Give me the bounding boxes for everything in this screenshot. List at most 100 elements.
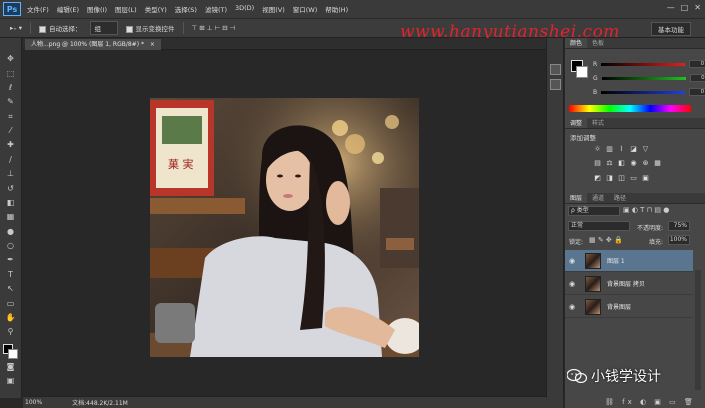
threshold-icon[interactable]: ◫ bbox=[617, 174, 626, 183]
brightness-icon[interactable]: ☼ bbox=[593, 145, 602, 154]
path-select-icon[interactable]: ↖ bbox=[5, 283, 17, 295]
layer-row[interactable]: ◉ 图层 1 bbox=[565, 250, 693, 272]
close-tab-icon[interactable]: × bbox=[150, 41, 155, 48]
green-value[interactable]: 0 bbox=[689, 74, 705, 82]
blend-mode-dropdown[interactable]: 正常 bbox=[568, 221, 630, 231]
move-tool-icon[interactable]: ▸₊ ▾ bbox=[10, 24, 22, 32]
auto-select-dropdown[interactable]: 组 bbox=[89, 21, 118, 35]
vibrance-icon[interactable]: ▽ bbox=[641, 145, 650, 154]
layer-row[interactable]: ◉ 背景图层 拷贝 bbox=[565, 273, 693, 295]
hue-saturation-icon[interactable]: ▤ bbox=[593, 159, 602, 168]
menu-help[interactable]: 帮助(H) bbox=[325, 4, 348, 14]
black-white-icon[interactable]: ◧ bbox=[617, 159, 626, 168]
tab-paths[interactable]: 路径 bbox=[609, 193, 631, 203]
visibility-eye-icon[interactable]: ◉ bbox=[569, 303, 579, 311]
history-brush-icon[interactable]: ↺ bbox=[5, 183, 17, 195]
lasso-tool-icon[interactable]: ℓ bbox=[5, 82, 17, 94]
marquee-tool-icon[interactable]: ⬚ bbox=[5, 68, 17, 80]
align-icons[interactable]: ⊤ ⊞ ⊥ ⊢ ⊟ ⊣ bbox=[192, 24, 236, 32]
properties-icon[interactable] bbox=[549, 79, 561, 90]
red-value[interactable]: 0 bbox=[689, 60, 705, 68]
eraser-tool-icon[interactable]: ◧ bbox=[5, 197, 17, 209]
menu-type[interactable]: 类型(Y) bbox=[145, 4, 167, 14]
healing-brush-icon[interactable]: ✚ bbox=[5, 139, 17, 151]
curves-icon[interactable]: ⌇ bbox=[617, 145, 626, 154]
minimize-button[interactable]: — bbox=[667, 3, 675, 12]
quick-select-tool-icon[interactable]: ✎ bbox=[5, 96, 17, 108]
color-spectrum[interactable] bbox=[569, 105, 691, 112]
menu-3d[interactable]: 3D(D) bbox=[235, 4, 254, 14]
checkbox-icon[interactable] bbox=[39, 25, 47, 33]
tab-styles[interactable]: 样式 bbox=[587, 118, 609, 128]
tab-layers[interactable]: 图层 bbox=[565, 193, 588, 203]
menu-view[interactable]: 视图(V) bbox=[262, 4, 285, 14]
zoom-tool-icon[interactable]: ⚲ bbox=[5, 326, 17, 338]
document-image[interactable]: 菓 実 bbox=[150, 98, 419, 357]
type-tool-icon[interactable]: T bbox=[5, 269, 17, 281]
screen-mode-icon[interactable]: ▣ bbox=[5, 375, 17, 387]
levels-icon[interactable]: ▥ bbox=[605, 145, 614, 154]
selective-color-icon[interactable]: ▣ bbox=[641, 174, 650, 183]
blue-slider[interactable] bbox=[601, 90, 686, 94]
menu-window[interactable]: 窗口(W) bbox=[293, 4, 318, 14]
menu-filter[interactable]: 滤镜(T) bbox=[205, 4, 227, 14]
menu-layer[interactable]: 图层(L) bbox=[115, 4, 137, 14]
menu-edit[interactable]: 编辑(E) bbox=[57, 4, 79, 14]
layer-row[interactable]: ◉ 背景图层 bbox=[565, 296, 693, 318]
photo-filter-icon[interactable]: ◉ bbox=[629, 159, 638, 168]
tab-channels[interactable]: 通道 bbox=[587, 193, 609, 203]
pen-tool-icon[interactable]: ✒ bbox=[5, 254, 17, 266]
shape-tool-icon[interactable]: ▭ bbox=[5, 298, 17, 310]
close-button[interactable]: ✕ bbox=[694, 3, 701, 12]
blue-value[interactable]: 0 bbox=[689, 88, 705, 96]
menu-select[interactable]: 选择(S) bbox=[175, 4, 197, 14]
tab-adjustments[interactable]: 调整 bbox=[565, 118, 588, 128]
red-slider[interactable] bbox=[601, 62, 686, 66]
channel-mixer-icon[interactable]: ⊛ bbox=[641, 159, 650, 168]
workspace-dropdown[interactable]: 基本功能 bbox=[651, 22, 691, 36]
menu-file[interactable]: 文件(F) bbox=[27, 4, 49, 14]
document-tab[interactable]: 人物...png @ 100% (图层 1, RGB/8#) * × bbox=[25, 39, 161, 50]
exposure-icon[interactable]: ◪ bbox=[629, 145, 638, 154]
move-tool-icon[interactable]: ✥ bbox=[5, 53, 17, 65]
tab-swatches[interactable]: 色板 bbox=[587, 38, 609, 48]
color-lookup-icon[interactable]: ▦ bbox=[653, 159, 662, 168]
adjustments-panel-tabs: 调整 样式 bbox=[565, 118, 705, 129]
eyedropper-tool-icon[interactable]: ⁄ bbox=[5, 125, 17, 137]
visibility-eye-icon[interactable]: ◉ bbox=[569, 257, 579, 265]
color-balance-icon[interactable]: ⚖ bbox=[605, 159, 614, 168]
dodge-tool-icon[interactable]: ○ bbox=[5, 240, 17, 252]
quick-mask-icon[interactable]: ◙ bbox=[5, 361, 17, 373]
layer-actions-icons[interactable]: ⛓ fx ◐ ▣ ▭ 🗑 bbox=[605, 398, 696, 406]
color-swatches[interactable] bbox=[2, 343, 19, 360]
layer-filter-icons[interactable]: ▣ ◐ T ⊓ ▤ ● bbox=[623, 206, 669, 214]
invert-icon[interactable]: ◩ bbox=[593, 174, 602, 183]
maximize-button[interactable]: □ bbox=[681, 3, 689, 12]
hand-tool-icon[interactable]: ✋ bbox=[5, 312, 17, 324]
blur-tool-icon[interactable]: ● bbox=[5, 226, 17, 238]
clone-stamp-icon[interactable]: ⊥ bbox=[5, 168, 17, 180]
checkbox-icon[interactable] bbox=[125, 25, 133, 33]
lock-icons[interactable]: ▦ ✎ ✥ 🔒 bbox=[589, 236, 623, 244]
layer-kind-filter[interactable]: ρ 类型 bbox=[568, 206, 620, 216]
posterize-icon[interactable]: ◨ bbox=[605, 174, 614, 183]
visibility-eye-icon[interactable]: ◉ bbox=[569, 280, 579, 288]
crop-tool-icon[interactable]: ⌗ bbox=[5, 111, 17, 123]
tab-color[interactable]: 颜色 bbox=[565, 38, 588, 48]
brush-tool-icon[interactable]: ∕ bbox=[5, 154, 17, 166]
layers-scrollbar[interactable] bbox=[695, 270, 701, 390]
gradient-tool-icon[interactable]: ▦ bbox=[5, 211, 17, 223]
menu-image[interactable]: 图像(I) bbox=[87, 4, 107, 14]
gradient-map-icon[interactable]: ▭ bbox=[629, 174, 638, 183]
history-icon[interactable] bbox=[549, 64, 561, 75]
opacity-field[interactable]: 75% bbox=[668, 221, 690, 231]
document-tabs: 人物...png @ 100% (图层 1, RGB/8#) * × bbox=[23, 38, 563, 50]
show-transform-checkbox[interactable]: 显示变换控件 bbox=[125, 23, 175, 33]
fill-field[interactable]: 100% bbox=[668, 235, 690, 245]
background-swatch[interactable] bbox=[576, 66, 588, 78]
green-slider[interactable] bbox=[601, 76, 686, 80]
zoom-level[interactable]: 100% bbox=[25, 399, 42, 406]
background-color[interactable] bbox=[7, 348, 18, 359]
auto-select-checkbox[interactable]: 自动选择： bbox=[39, 23, 82, 33]
doc-size[interactable]: 文档:448.2K/2.11M bbox=[72, 398, 128, 407]
